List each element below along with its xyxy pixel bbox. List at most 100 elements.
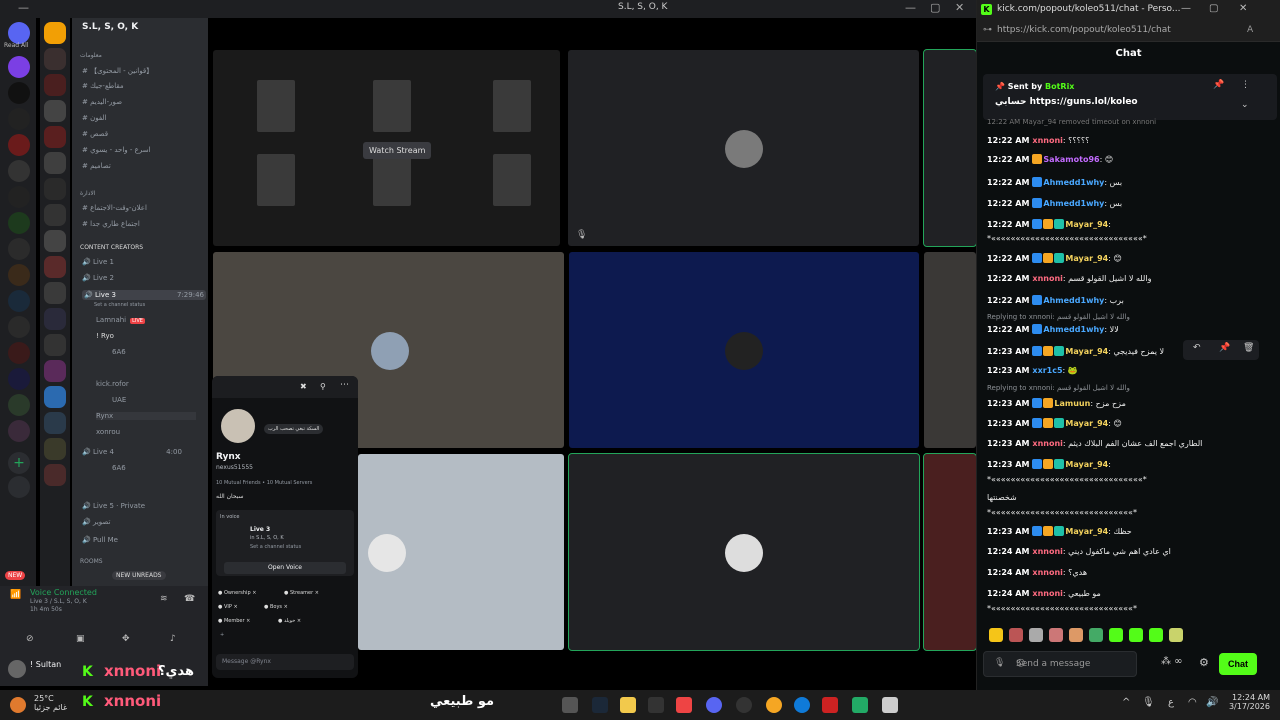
open-voice-button[interactable]: Open Voice bbox=[224, 562, 346, 574]
server-icon[interactable] bbox=[8, 420, 30, 442]
chat-message[interactable]: 12:23 AM Lamuun: مزح مزح bbox=[987, 398, 1126, 408]
channel-status[interactable]: Set a channel status bbox=[94, 302, 145, 308]
server-icon[interactable] bbox=[8, 82, 30, 104]
message-username[interactable]: Mayar_94 bbox=[1065, 527, 1108, 536]
pinned-message[interactable]: 📌 Sent by BotRix حسابي https://guns.lol/… bbox=[983, 74, 1277, 120]
pinned-text[interactable]: حسابي https://guns.lol/koleo bbox=[995, 97, 1138, 107]
language-indicator[interactable]: ع bbox=[1168, 697, 1174, 708]
new-badge[interactable]: NEW bbox=[5, 571, 26, 580]
server-icon[interactable] bbox=[8, 56, 30, 78]
emote-icon[interactable] bbox=[1089, 628, 1103, 642]
emote-icon[interactable] bbox=[1069, 628, 1083, 642]
mutual-info[interactable]: 10 Mutual Friends • 10 Mutual Servers bbox=[216, 480, 312, 486]
avatar[interactable] bbox=[8, 660, 26, 678]
server-icon[interactable] bbox=[8, 108, 30, 130]
maximize-icon[interactable]: ▢ bbox=[930, 1, 940, 14]
voice-connected-label[interactable]: Voice Connected bbox=[30, 588, 97, 597]
voice-channel-live1[interactable]: 🔊 Live 1 bbox=[82, 258, 114, 266]
weather-widget[interactable]: 25°C غائم جزئيا bbox=[34, 694, 67, 712]
extensions-icon[interactable]: ⁂ ∞ bbox=[1161, 656, 1183, 667]
server-icon[interactable] bbox=[44, 360, 66, 382]
chat-message[interactable]: 12:23 AM Mayar_94: لا يمزح فيديجي bbox=[987, 346, 1164, 356]
close-icon[interactable]: ✕ bbox=[955, 1, 964, 14]
disconnect-icon[interactable]: ☎ bbox=[184, 594, 195, 604]
url-text[interactable]: https://kick.com/popout/koleo511/chat bbox=[997, 25, 1171, 35]
soundboard-icon[interactable]: ♪ bbox=[170, 634, 176, 644]
message-username[interactable]: Sakamoto96 bbox=[1043, 155, 1099, 164]
profile-username[interactable]: nexus51555 bbox=[216, 464, 253, 471]
tools-icon[interactable]: ✖ bbox=[300, 382, 307, 391]
chat-message[interactable]: 12:22 AM Ahmedd1why: برب bbox=[987, 295, 1124, 305]
gear-icon[interactable]: ⚙ bbox=[1199, 656, 1209, 669]
send-message-input[interactable]: 🎙 Send a message ☺ bbox=[983, 651, 1137, 677]
server-icon[interactable] bbox=[8, 212, 30, 234]
message-username[interactable]: Ahmedd1why bbox=[1043, 178, 1104, 187]
chat-message[interactable]: 12:22 AM Mayar_94: 😊 bbox=[987, 253, 1122, 263]
participant-tile[interactable] bbox=[923, 49, 977, 247]
chat-message[interactable]: 12:23 AM Mayar_94: حظك bbox=[987, 526, 1132, 536]
avatar[interactable] bbox=[218, 406, 258, 446]
message-username[interactable]: xnnoni bbox=[1032, 136, 1062, 145]
participant-tile[interactable] bbox=[923, 453, 977, 651]
edge-icon[interactable] bbox=[794, 697, 810, 713]
server-icon[interactable] bbox=[8, 186, 30, 208]
chevron-down-icon[interactable]: ⌄ bbox=[1241, 100, 1249, 110]
dm-home-icon[interactable] bbox=[8, 22, 30, 44]
server-icon[interactable] bbox=[8, 316, 30, 338]
server-icon[interactable] bbox=[44, 230, 66, 252]
emote-icon[interactable] bbox=[1009, 628, 1023, 642]
server-icon[interactable] bbox=[44, 464, 66, 486]
category-label[interactable]: معلومات bbox=[80, 52, 102, 59]
server-icon[interactable] bbox=[8, 264, 30, 286]
server-icon[interactable] bbox=[44, 412, 66, 434]
message-username[interactable]: Mayar_94 bbox=[1065, 254, 1108, 263]
epic-games-icon[interactable] bbox=[648, 697, 664, 713]
app-icon[interactable] bbox=[736, 697, 752, 713]
participant-tile[interactable] bbox=[569, 252, 919, 448]
server-icon[interactable] bbox=[44, 74, 66, 96]
server-icon[interactable] bbox=[8, 368, 30, 390]
app-icon[interactable] bbox=[882, 697, 898, 713]
chat-message[interactable]: 12:22 AM xnnoni: ؟؟؟؟؟ bbox=[987, 136, 1089, 145]
chat-message[interactable]: 12:22 AM Sakamoto96: 😊 bbox=[987, 154, 1113, 164]
voice-channel-photo[interactable]: 🔊 تصوير bbox=[82, 518, 110, 526]
voice-channel-live3[interactable]: 🔊 Live 3 7:29:46 bbox=[82, 290, 206, 300]
chat-message[interactable]: 12:22 AM Ahmedd1why: بس bbox=[987, 198, 1122, 208]
voice-channel-live5[interactable]: 🔊 Live 5 · Private bbox=[82, 502, 145, 510]
mic-icon[interactable]: 🎙 bbox=[1142, 697, 1155, 708]
signal-icon[interactable]: 📶 bbox=[10, 590, 21, 600]
message-username[interactable]: xnnoni bbox=[1032, 547, 1062, 556]
participant-tile[interactable] bbox=[358, 454, 564, 650]
taskview-icon[interactable] bbox=[562, 697, 578, 713]
emote-icon[interactable] bbox=[1029, 628, 1043, 642]
server-icon[interactable] bbox=[44, 256, 66, 278]
server-icon[interactable] bbox=[44, 178, 66, 200]
chat-send-button[interactable]: Chat bbox=[1219, 653, 1257, 675]
server-icon[interactable] bbox=[44, 152, 66, 174]
voice-channel-live4[interactable]: 🔊 Live 4 4:00 bbox=[82, 448, 182, 456]
reply-icon[interactable]: ↶ bbox=[1193, 343, 1201, 353]
chat-message[interactable]: 12:23 AM Mayar_94: 😊 bbox=[987, 418, 1122, 428]
chat-message[interactable]: شخصنتها bbox=[987, 493, 1017, 502]
close-icon[interactable]: ✕ bbox=[1239, 3, 1247, 14]
add-role-icon[interactable]: + bbox=[220, 632, 224, 638]
message-username[interactable]: Mayar_94 bbox=[1065, 419, 1108, 428]
text-channel[interactable]: # اعلان-وقت-الاجتماع bbox=[82, 204, 147, 212]
participant-tile[interactable] bbox=[568, 453, 920, 651]
reply-context[interactable]: Replying to xnnoni: والله لا اشيل القولو… bbox=[987, 384, 1130, 392]
minimize-icon[interactable]: — bbox=[905, 1, 916, 14]
reply-context[interactable]: Replying to xnnoni: والله لا اشيل القولو… bbox=[987, 313, 1130, 321]
read-all-label[interactable]: Read All bbox=[4, 42, 28, 49]
delete-icon[interactable]: 🗑 bbox=[1243, 343, 1254, 353]
emote-icon[interactable] bbox=[1109, 628, 1123, 642]
message-username[interactable]: Ahmedd1why bbox=[1043, 296, 1104, 305]
voice-channel-pullme[interactable]: 🔊 Pull Me bbox=[82, 536, 118, 544]
role-chip[interactable]: ● Member × bbox=[218, 618, 250, 624]
message-username[interactable]: xnnoni bbox=[1032, 274, 1062, 283]
video-off-icon[interactable]: ⊘ bbox=[26, 634, 34, 644]
emote-icon[interactable] bbox=[989, 628, 1003, 642]
server-icon[interactable] bbox=[44, 100, 66, 122]
emoji-icon[interactable]: ☺ bbox=[1016, 659, 1025, 669]
translate-icon[interactable]: A bbox=[1247, 25, 1253, 35]
minimize-icon[interactable]: — bbox=[1181, 3, 1191, 14]
